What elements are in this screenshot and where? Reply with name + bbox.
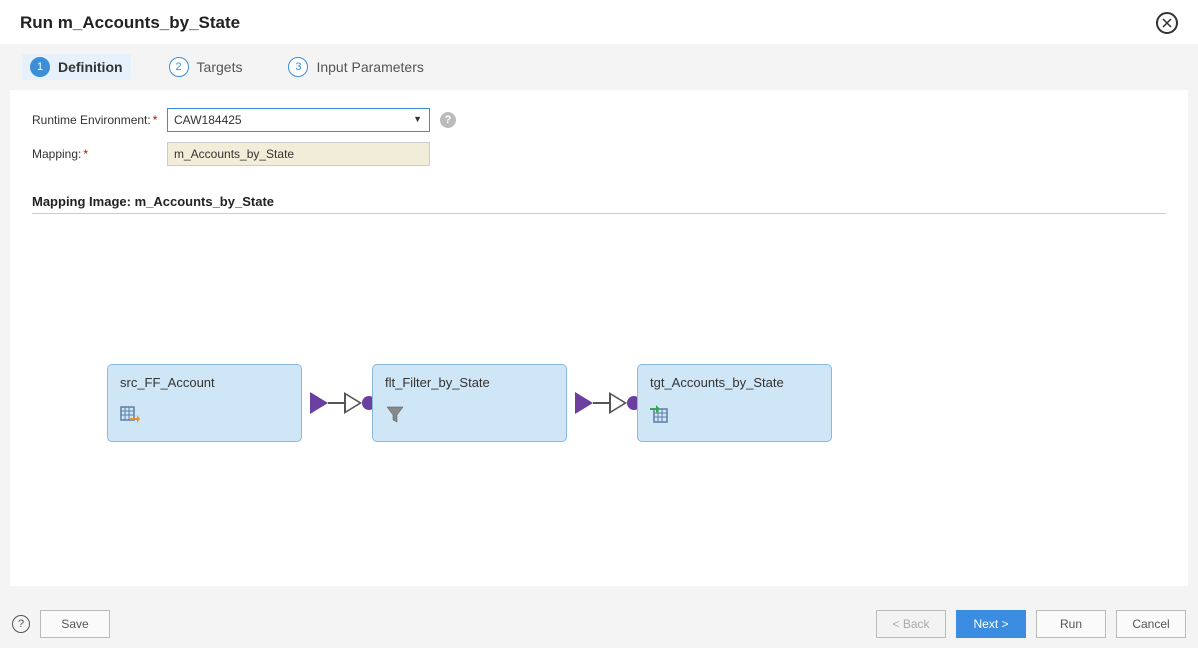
runtime-env-label: Runtime Environment:* (32, 113, 167, 127)
required-mark: * (83, 147, 88, 161)
tab-label: Input Parameters (316, 59, 423, 75)
tab-targets[interactable]: 2 Targets (161, 54, 251, 80)
step-number: 1 (30, 57, 50, 77)
tab-label: Definition (58, 59, 123, 75)
label-text: Runtime Environment: (32, 113, 151, 127)
dialog-header: Run m_Accounts_by_State (0, 0, 1198, 44)
mapping-row: Mapping:* (32, 142, 1166, 166)
section-value: m_Accounts_by_State (135, 194, 274, 209)
arrow-outline-icon (344, 392, 362, 414)
footer-left: ? Save (12, 610, 110, 638)
dialog-footer: ? Save < Back Next > Run Cancel (0, 600, 1198, 648)
tab-input-parameters[interactable]: 3 Input Parameters (280, 54, 431, 80)
connector-2 (575, 392, 641, 414)
runtime-env-select-wrap: CAW184425 (167, 108, 430, 132)
footer-help-icon[interactable]: ? (12, 615, 30, 633)
arrow-outline-icon (609, 392, 627, 414)
close-icon (1162, 18, 1172, 28)
footer-right: < Back Next > Run Cancel (876, 610, 1186, 638)
node-label: flt_Filter_by_State (385, 375, 554, 390)
arrow-icon (575, 392, 593, 414)
back-button: < Back (876, 610, 946, 638)
mapping-image-title: Mapping Image: m_Accounts_by_State (32, 194, 1166, 214)
node-label: src_FF_Account (120, 375, 289, 390)
runtime-env-row: Runtime Environment:* CAW184425 ? (32, 108, 1166, 132)
mapping-label: Mapping:* (32, 147, 167, 161)
definition-panel: Runtime Environment:* CAW184425 ? Mappin… (10, 90, 1188, 586)
tab-definition[interactable]: 1 Definition (22, 54, 131, 80)
dialog-body: 1 Definition 2 Targets 3 Input Parameter… (0, 44, 1198, 648)
help-icon[interactable]: ? (440, 112, 456, 128)
dialog-title: Run m_Accounts_by_State (20, 13, 240, 33)
node-label: tgt_Accounts_by_State (650, 375, 819, 390)
close-button[interactable] (1156, 12, 1178, 34)
section-prefix: Mapping Image: (32, 194, 135, 209)
tab-label: Targets (197, 59, 243, 75)
label-text: Mapping: (32, 147, 81, 161)
save-button[interactable]: Save (40, 610, 110, 638)
source-table-icon (120, 404, 140, 424)
connector-1 (310, 392, 376, 414)
wizard-steps: 1 Definition 2 Targets 3 Input Parameter… (10, 50, 1188, 90)
step-number: 2 (169, 57, 189, 77)
connector-line (328, 402, 344, 404)
run-mapping-dialog: Run m_Accounts_by_State 1 Definition 2 T… (0, 0, 1198, 652)
connector-line (593, 402, 609, 404)
mapping-field (167, 142, 430, 166)
run-button[interactable]: Run (1036, 610, 1106, 638)
mapping-canvas: src_FF_Account (32, 214, 1166, 534)
node-filter[interactable]: flt_Filter_by_State (372, 364, 567, 442)
next-button[interactable]: Next > (956, 610, 1026, 638)
step-number: 3 (288, 57, 308, 77)
node-source[interactable]: src_FF_Account (107, 364, 302, 442)
node-target[interactable]: tgt_Accounts_by_State (637, 364, 832, 442)
required-mark: * (153, 113, 158, 127)
filter-funnel-icon (385, 404, 405, 424)
arrow-icon (310, 392, 328, 414)
runtime-env-select[interactable]: CAW184425 (167, 108, 430, 132)
cancel-button[interactable]: Cancel (1116, 610, 1186, 638)
target-table-icon (650, 404, 670, 424)
